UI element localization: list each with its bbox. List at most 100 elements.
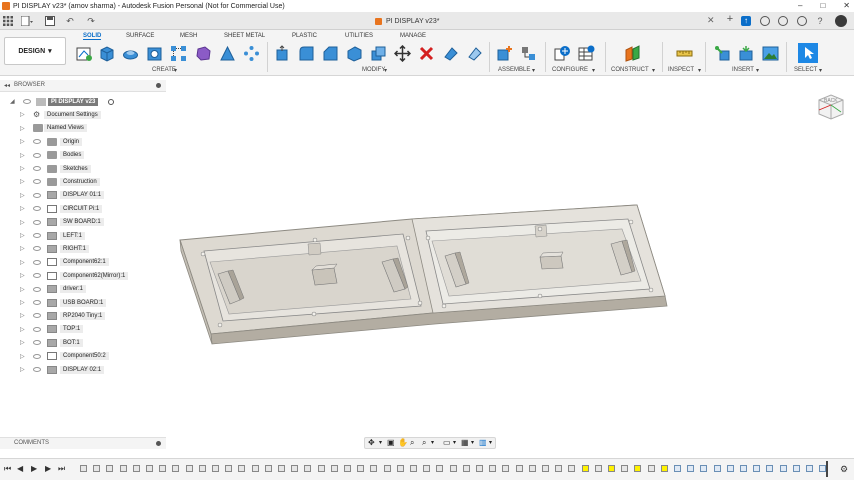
timeline-feature[interactable] xyxy=(80,465,87,472)
expand-arrow-icon[interactable]: ▷ xyxy=(20,152,26,159)
tab-sheet-metal[interactable]: SHEET METAL xyxy=(224,33,265,39)
configuration-table-icon[interactable] xyxy=(578,45,595,62)
maximize-button[interactable]: □ xyxy=(820,0,825,12)
timeline-feature[interactable] xyxy=(806,465,813,472)
expand-arrow-icon[interactable]: ▷ xyxy=(20,286,26,293)
view-cube[interactable]: BACK xyxy=(815,90,847,122)
select-group-label[interactable]: SELECT xyxy=(794,67,817,73)
viewport-model[interactable] xyxy=(168,92,688,432)
chevron-down-icon[interactable]: ▾ xyxy=(453,439,456,446)
timeline-feature[interactable] xyxy=(515,465,523,472)
browser-item[interactable]: ▷ Named Views xyxy=(0,122,166,135)
joint-icon[interactable] xyxy=(520,45,537,62)
new-component-icon[interactable] xyxy=(496,45,513,62)
pattern-icon[interactable] xyxy=(243,45,260,62)
viewports-icon[interactable]: ▥ xyxy=(479,438,487,447)
browser-item[interactable]: ▷ DISPLAY 02:1 xyxy=(0,363,166,376)
timeline-feature[interactable] xyxy=(462,465,470,472)
collapse-browser-icon[interactable]: ◂◂ xyxy=(4,82,10,89)
revolve-icon[interactable] xyxy=(122,45,139,62)
browser-item[interactable]: ▷ Bodies xyxy=(0,149,166,162)
timeline-feature[interactable] xyxy=(251,465,259,472)
visibility-eye-icon[interactable] xyxy=(33,286,41,292)
timeline-feature[interactable] xyxy=(410,465,417,472)
timeline-feature[interactable] xyxy=(713,465,721,472)
expand-arrow-icon[interactable]: ▷ xyxy=(20,339,26,346)
timeline-feature[interactable] xyxy=(581,465,589,472)
expand-arrow-icon[interactable]: ▷ xyxy=(20,353,26,360)
file-menu-icon[interactable] xyxy=(20,15,33,27)
create-form-icon[interactable] xyxy=(195,45,212,62)
timeline-feature[interactable] xyxy=(687,465,695,472)
timeline-feature[interactable] xyxy=(660,465,668,472)
workspace-switcher[interactable]: DESIGN ▾ xyxy=(4,37,66,65)
browser-item[interactable]: ▷ Origin xyxy=(0,135,166,148)
timeline-feature[interactable] xyxy=(383,465,391,472)
visibility-eye-icon[interactable] xyxy=(33,166,41,171)
loft-icon[interactable] xyxy=(219,45,236,62)
chevron-down-icon[interactable]: ▾ xyxy=(532,67,535,74)
insert-canvas-icon[interactable] xyxy=(762,45,779,62)
timeline-forward-icon[interactable]: ▶ xyxy=(45,464,51,473)
tab-surface[interactable]: SURFACE xyxy=(126,33,154,39)
activate-radio-icon[interactable] xyxy=(108,98,114,105)
browser-item[interactable]: ▷ LEFT:1 xyxy=(0,229,166,242)
timeline-feature[interactable] xyxy=(542,465,549,472)
timeline-feature[interactable] xyxy=(528,465,536,472)
timeline-feature[interactable] xyxy=(185,465,193,472)
browser-item[interactable]: ▷ CIRCUIT Pi:1 xyxy=(0,202,166,215)
minimize-button[interactable]: – xyxy=(798,0,802,12)
visibility-eye-icon[interactable] xyxy=(33,206,41,212)
press-pull-icon[interactable] xyxy=(274,45,291,62)
shell-icon[interactable] xyxy=(346,45,363,62)
help-icon[interactable]: ? xyxy=(815,16,825,26)
expand-arrow-icon[interactable]: ▷ xyxy=(20,165,26,172)
combine-icon[interactable] xyxy=(370,45,387,62)
visibility-eye-icon[interactable] xyxy=(33,246,41,252)
browser-root-row[interactable]: ◢ PI DISPLAY v23 xyxy=(0,95,166,108)
inspect-group-label[interactable]: INSPECT xyxy=(668,67,694,73)
new-tab-icon[interactable]: + xyxy=(725,14,735,25)
expand-arrow-icon[interactable]: ▷ xyxy=(20,138,26,145)
construct-group-label[interactable]: CONSTRUCT xyxy=(611,67,649,73)
tab-utilities[interactable]: UTILITIES xyxy=(345,33,373,39)
visibility-eye-icon[interactable] xyxy=(33,219,41,225)
grid-settings-icon[interactable]: ▦ xyxy=(461,438,469,447)
visibility-eye-icon[interactable] xyxy=(33,326,41,332)
comments-panel[interactable]: COMMENTS xyxy=(0,437,166,449)
modify-group-label[interactable]: MODIFY xyxy=(362,67,385,73)
visibility-eye-icon[interactable] xyxy=(33,139,41,145)
visibility-eye-icon[interactable] xyxy=(33,367,41,372)
extrude-icon[interactable] xyxy=(98,45,115,62)
timeline-feature[interactable] xyxy=(621,465,629,472)
expand-arrow-icon[interactable]: ▷ xyxy=(20,272,26,279)
visibility-eye-icon[interactable] xyxy=(33,192,41,198)
configure-group-label[interactable]: CONFIGURE xyxy=(552,67,588,73)
timeline-feature[interactable] xyxy=(225,465,233,472)
insert-mesh-icon[interactable] xyxy=(738,45,755,62)
pan-icon[interactable]: ✋ xyxy=(398,438,408,447)
visibility-eye-icon[interactable] xyxy=(23,99,31,104)
chevron-down-icon[interactable]: ▾ xyxy=(592,67,595,74)
delete-icon[interactable] xyxy=(418,45,435,62)
chevron-down-icon[interactable]: ▾ xyxy=(384,67,387,74)
avatar[interactable] xyxy=(835,15,847,27)
browser-item[interactable]: ▷ RIGHT:1 xyxy=(0,242,166,255)
browser-item[interactable]: ▷ RP2040 Tiny:1 xyxy=(0,309,166,322)
chevron-down-icon[interactable]: ▾ xyxy=(174,67,177,74)
timeline-feature[interactable] xyxy=(476,465,483,472)
chevron-down-icon[interactable]: ▾ xyxy=(652,67,655,74)
timeline-feature[interactable] xyxy=(119,465,127,472)
visibility-eye-icon[interactable] xyxy=(33,233,41,238)
redo-icon[interactable]: ↷ xyxy=(86,16,96,26)
timeline-feature[interactable] xyxy=(436,465,444,472)
timeline-feature[interactable] xyxy=(198,465,206,472)
timeline-feature[interactable] xyxy=(93,465,101,472)
tab-solid[interactable]: SOLID xyxy=(83,33,102,40)
expand-arrow-icon[interactable]: ▷ xyxy=(20,299,26,306)
measure-icon[interactable] xyxy=(676,45,693,62)
zoom-icon[interactable]: ⌕ xyxy=(410,438,414,448)
timeline-feature[interactable] xyxy=(634,465,642,472)
visibility-eye-icon[interactable] xyxy=(33,340,41,346)
configure-icon[interactable] xyxy=(554,45,571,62)
